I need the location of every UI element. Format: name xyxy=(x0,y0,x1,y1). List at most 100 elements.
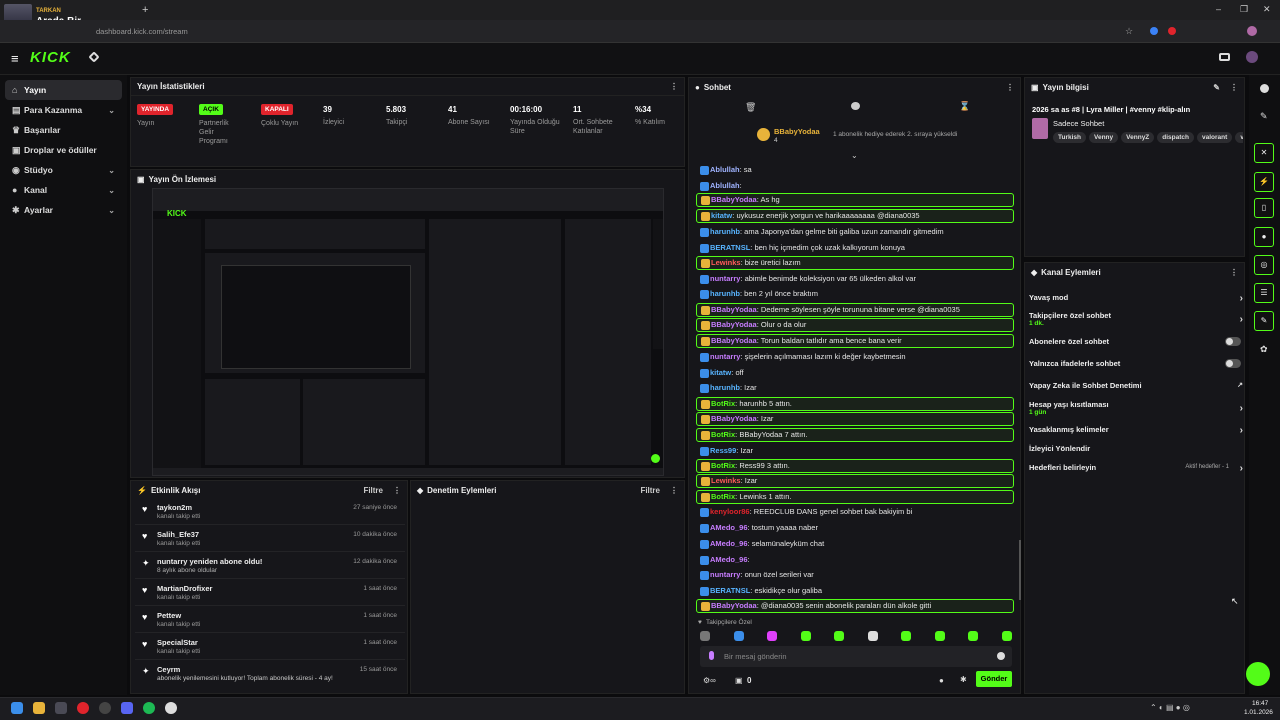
emote-button[interactable] xyxy=(700,631,710,641)
rail-button-doc[interactable]: ▯ xyxy=(1254,198,1274,218)
gift-user[interactable]: BBabyYodaa xyxy=(774,127,820,136)
chat-username[interactable]: BBabyYodaa xyxy=(711,601,757,610)
emotes-only-toggle[interactable] xyxy=(1225,359,1241,368)
rail-button-broadcast[interactable]: ◎ xyxy=(1254,255,1274,275)
chat-username[interactable]: nuntarry xyxy=(710,274,740,283)
more-icon[interactable]: ⋮ xyxy=(393,486,401,495)
chat-message[interactable]: AMedo_96: tostum yaaaa naber xyxy=(696,521,1014,535)
profile-avatar[interactable] xyxy=(1247,26,1257,36)
url-field[interactable]: dashboard.kick.com/stream xyxy=(96,27,188,36)
filter-button[interactable]: Filtre xyxy=(640,486,660,495)
category-name[interactable]: Sadece Sohbet xyxy=(1053,119,1104,128)
minimize-icon[interactable]: – xyxy=(1216,4,1221,14)
chat-username[interactable]: BotRix xyxy=(711,399,735,408)
more-icon[interactable]: ⋮ xyxy=(670,82,678,91)
spotify-icon[interactable] xyxy=(143,702,155,714)
more-icon[interactable]: ⋮ xyxy=(1230,83,1238,92)
studio-icon[interactable] xyxy=(1219,53,1230,61)
chat-username[interactable]: BBabyYodaa xyxy=(711,414,757,423)
chat-username[interactable]: Lewinks xyxy=(711,258,741,267)
chat-username[interactable]: BBabyYodaa xyxy=(711,305,757,314)
chat-message[interactable]: AMedo_96: xyxy=(696,553,1014,567)
chat-bubble-icon[interactable] xyxy=(851,102,860,110)
rail-button-chat[interactable]: ● xyxy=(1254,227,1274,247)
chat-message[interactable]: nuntarry: onun özel serileri var xyxy=(696,568,1014,582)
chevron-down-icon[interactable]: ⌄ xyxy=(108,186,115,195)
chat-username[interactable]: harunhb xyxy=(710,289,740,298)
filter-button[interactable]: Filtre xyxy=(363,486,383,495)
chat-message[interactable]: Lewinks: Izar xyxy=(696,474,1014,488)
gear-icon[interactable]: ✱ xyxy=(960,675,967,684)
action-banned-words[interactable]: Yasaklanmış kelimeler › xyxy=(1029,425,1243,436)
action-redirect-viewers[interactable]: İzleyici Yönlendir xyxy=(1029,444,1243,453)
emote-button[interactable] xyxy=(800,631,811,641)
emote-button[interactable] xyxy=(867,631,878,641)
action-followers-only[interactable]: Takipçilere özel sohbet 1 dk. › xyxy=(1029,311,1243,327)
emote-button[interactable] xyxy=(968,631,978,641)
sidebar-item-studyo[interactable]: ◉ Stüdyo ⌄ xyxy=(5,160,122,180)
chat-message[interactable]: harunhb: ben 2 yıl önce braktım xyxy=(696,287,1014,301)
chat-username[interactable]: BBabyYodaa xyxy=(711,320,757,329)
chat-username[interactable]: nuntarry xyxy=(710,352,740,361)
chat-message[interactable]: kitatw: uykusuz enerjik yorgun ve harika… xyxy=(696,209,1014,223)
windows-start-icon[interactable] xyxy=(11,702,23,714)
chat-username[interactable]: BotRix xyxy=(711,430,735,439)
chat-message[interactable]: BotRix: Ress99 3 attın. xyxy=(696,459,1014,473)
user-avatar[interactable] xyxy=(1246,51,1258,63)
chat-username[interactable]: AMedo_96 xyxy=(710,539,748,548)
gift-icon[interactable]: ▣ xyxy=(735,676,743,685)
chat-username[interactable]: harunhb xyxy=(710,227,740,236)
rail-button-flash[interactable]: ⚡ xyxy=(1254,172,1274,192)
chat-message[interactable]: BBabyYodaa: As hg xyxy=(696,193,1014,207)
new-tab-button[interactable]: + xyxy=(142,4,148,16)
chat-message[interactable]: harunhb: Izar xyxy=(696,381,1014,395)
chat-message[interactable]: nuntarry: abimle benimde koleksiyon var … xyxy=(696,272,1014,286)
chat-username[interactable]: BERATNSL xyxy=(710,243,750,252)
chat-username[interactable]: kitatw xyxy=(710,368,731,377)
chat-message[interactable]: BBabyYodaa: @diana0035 senin abonelik pa… xyxy=(696,599,1014,613)
emote-button[interactable] xyxy=(834,631,844,641)
chat-message[interactable]: BotRix: BBabyYodaa 7 attın. xyxy=(696,428,1014,442)
pencil-icon[interactable]: ✎ xyxy=(1260,111,1268,122)
action-ai-moderation[interactable]: Yapay Zeka ile Sohbet Denetimi ↗ xyxy=(1029,381,1243,390)
emote-button[interactable] xyxy=(767,631,777,641)
more-icon[interactable]: ⋮ xyxy=(1006,83,1014,92)
discord-icon[interactable] xyxy=(121,702,133,714)
chat-message[interactable]: nuntarry: şişelerin açılmaması lazım ki … xyxy=(696,350,1014,364)
extension-icon[interactable] xyxy=(1168,27,1176,35)
taskbar-app-icon[interactable] xyxy=(165,702,177,714)
chat-message[interactable]: Ablullah: sa xyxy=(696,163,1014,177)
emoji-icon[interactable] xyxy=(997,652,1005,660)
chat-message[interactable]: BBabyYodaa: Olur o da olur xyxy=(696,318,1014,332)
trash-icon[interactable]: 🗑 xyxy=(745,102,756,113)
chrome-icon[interactable] xyxy=(77,702,89,714)
chat-message[interactable]: Lewinks: bize üretici lazım xyxy=(696,256,1014,270)
edit-icon[interactable]: ✎ xyxy=(1213,83,1220,92)
chat-username[interactable]: Ablullah xyxy=(710,165,740,174)
file-explorer-icon[interactable] xyxy=(33,702,45,714)
chat-username[interactable]: kenyloor86 xyxy=(710,507,750,516)
chat-username[interactable]: AMedo_96 xyxy=(710,555,748,564)
sidebar-item-droplar[interactable]: ▣ Droplar ve ödüller xyxy=(5,140,122,160)
info-icon[interactable] xyxy=(1260,84,1269,93)
hourglass-icon[interactable]: ⌛ xyxy=(959,101,970,112)
more-icon[interactable]: ⋮ xyxy=(1230,268,1238,277)
points-icon[interactable]: ⚙∞ xyxy=(703,676,716,685)
help-fab[interactable] xyxy=(1246,662,1270,686)
chat-message[interactable]: kitatw: off xyxy=(696,366,1014,380)
chat-username[interactable]: nuntarry xyxy=(710,570,740,579)
mic-icon[interactable] xyxy=(709,651,714,660)
chat-settings-icon[interactable]: ● xyxy=(939,676,944,685)
chat-username[interactable]: Ress99 xyxy=(710,446,736,455)
menu-icon[interactable]: ≡ xyxy=(11,51,19,66)
chat-message[interactable]: BBabyYodaa: Dedeme söylesen şöyle torunu… xyxy=(696,303,1014,317)
action-slow-mode[interactable]: Yavaş mod › xyxy=(1029,293,1243,304)
emote-button[interactable] xyxy=(934,631,945,641)
chat-message[interactable]: BotRix: harunhb 5 attın. xyxy=(696,397,1014,411)
action-set-goals[interactable]: Hedefleri belirleyin Aktif hedefler - 1 › xyxy=(1029,463,1243,474)
chat-username[interactable]: BotRix xyxy=(711,461,735,470)
chat-message[interactable]: kenyloor86: REEDCLUB DANS genel sohbet b… xyxy=(696,505,1014,519)
chevron-down-icon[interactable]: ⌄ xyxy=(108,166,115,175)
chat-message[interactable]: Ress99: Izar xyxy=(696,444,1014,458)
chat-input[interactable]: Bir mesaj gönderin xyxy=(700,646,1012,667)
